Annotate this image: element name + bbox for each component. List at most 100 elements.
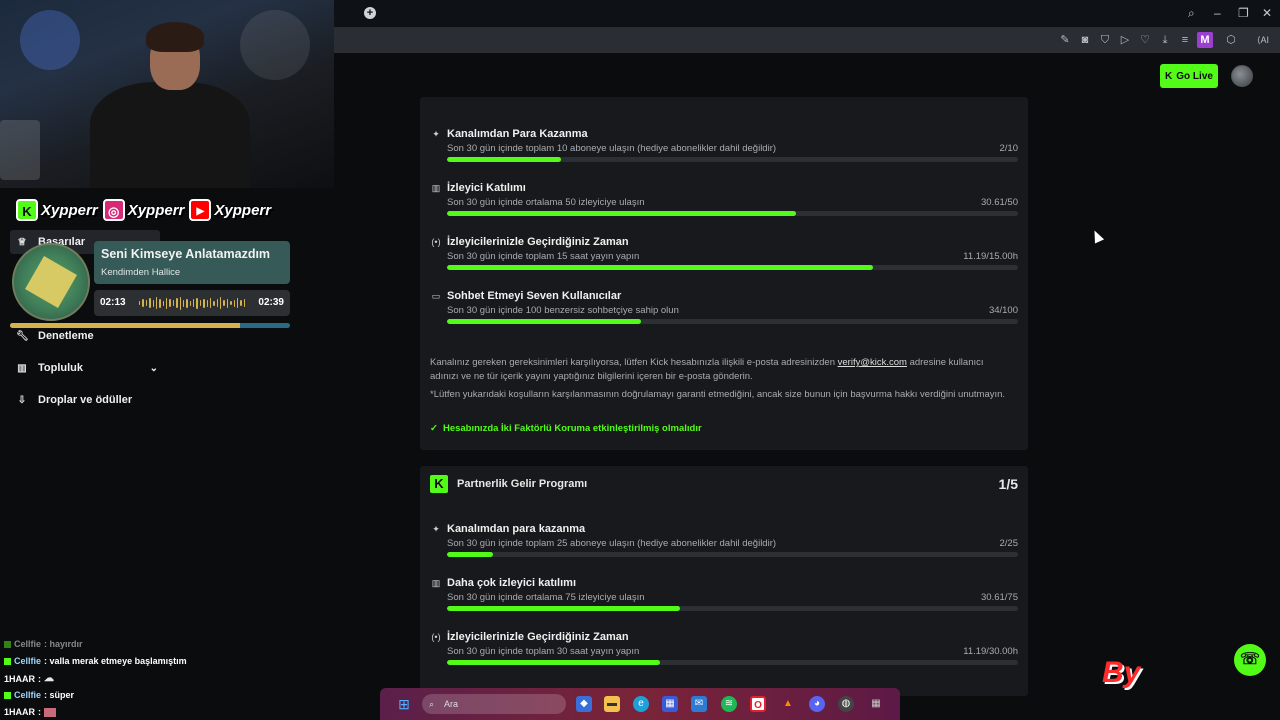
- edit-icon[interactable]: ✎: [1058, 33, 1072, 47]
- waveform-bar: [196, 297, 198, 309]
- chat-text: :: [38, 707, 42, 717]
- album-art: [12, 243, 90, 321]
- waveform-bar: [166, 297, 168, 309]
- waveform-bar: [193, 299, 195, 307]
- sidebar-item-label: Droplar ve ödüller: [38, 394, 133, 406]
- app-icon[interactable]: ▦: [868, 696, 884, 712]
- verification-note: Kanalınız gereken gereksinimleri karşılı…: [430, 356, 1010, 384]
- support-chat-button[interactable]: ☏: [1234, 644, 1266, 676]
- waveform-bar: [159, 298, 161, 308]
- watermark-logo: By: [1102, 656, 1141, 689]
- waveform-bar: [155, 297, 158, 309]
- kick-badge-icon: [4, 691, 11, 699]
- go-live-button[interactable]: K Go Live: [1160, 64, 1218, 88]
- twofa-requirement: ✓ Hesabınızda İki Faktörlü Koruma etkinle…: [430, 423, 702, 434]
- progress-fill: [447, 606, 680, 611]
- app-icon[interactable]: ▲: [780, 696, 796, 712]
- requirement-desc: Son 30 gün içinde toplam 10 aboneye ulaş…: [447, 143, 777, 154]
- verify-email-link[interactable]: verify@kick.com: [838, 357, 907, 368]
- app-icon[interactable]: ◍: [838, 696, 854, 712]
- close-icon[interactable]: ✕: [1262, 6, 1272, 20]
- ai-button[interactable]: ⟨AI: [1252, 33, 1274, 47]
- social-name: Xypperr: [127, 201, 185, 219]
- file-explorer-icon[interactable]: ▬: [604, 696, 620, 712]
- check-icon: ✓: [430, 423, 438, 434]
- waveform-bar: [189, 300, 191, 306]
- waveform-bar: [243, 299, 245, 307]
- chat-text: :: [38, 673, 42, 684]
- chat-user: Cellfie: [14, 656, 42, 666]
- profile-badge[interactable]: M: [1197, 32, 1213, 48]
- discord-icon[interactable]: ◕: [809, 696, 825, 712]
- chat-text: : hayırdır: [44, 639, 83, 649]
- requirement-desc: Son 30 gün içinde toplam 15 saat yayın y…: [447, 251, 640, 262]
- search-icon[interactable]: ⌕: [1188, 6, 1195, 21]
- opera-icon[interactable]: O: [750, 696, 766, 712]
- chat-message: 1HAAR:: [4, 707, 57, 717]
- waveform-bar: [199, 300, 202, 306]
- shield-icon[interactable]: ⛉: [1098, 33, 1112, 47]
- progress-bar: [447, 660, 1018, 665]
- song-progress-fill: [10, 323, 240, 328]
- minimize-icon[interactable]: –: [1214, 6, 1221, 20]
- taskbar-search[interactable]: ⌕ Ara: [422, 694, 566, 714]
- sidebar-item-drops[interactable]: ⇩ Droplar ve ödüller: [16, 390, 132, 410]
- waveform-bar: [182, 299, 185, 307]
- store-icon[interactable]: ▦: [662, 696, 678, 712]
- partner-title: Partnerlik Gelir Programı: [457, 478, 588, 490]
- requirement-progress: 2/25: [999, 538, 1019, 549]
- windows-start-icon[interactable]: ⊞: [396, 696, 412, 712]
- person-body: [90, 82, 250, 188]
- menu-icon[interactable]: ≡: [1178, 33, 1192, 47]
- requirement-title: Kanalımdan para kazanma: [447, 523, 586, 535]
- waveform-bar: [240, 300, 242, 306]
- youtube-icon: ▶: [189, 199, 212, 221]
- progress-bar: [447, 211, 1018, 216]
- mail-icon[interactable]: ✉: [691, 696, 707, 712]
- play-icon[interactable]: ▷: [1118, 33, 1132, 47]
- waveform-bar: [149, 298, 151, 308]
- spotify-icon[interactable]: ≋: [721, 696, 737, 712]
- social-name: Xypperr: [41, 201, 98, 219]
- requirement-title: Daha çok izleyici katılımı: [447, 577, 577, 589]
- broadcast-icon: (•): [431, 237, 441, 247]
- waveform-bar: [236, 298, 239, 308]
- restore-icon[interactable]: ❐: [1238, 6, 1249, 20]
- edge-icon[interactable]: e: [633, 696, 649, 712]
- new-tab-icon[interactable]: +: [364, 7, 376, 19]
- time-current: 02:13: [100, 297, 126, 308]
- requirement-title: İzleyicilerinizle Geçirdiğiniz Zaman: [447, 631, 629, 643]
- avatar[interactable]: [1231, 65, 1253, 87]
- viewers-icon: ▥: [431, 183, 441, 193]
- wrench-icon: 🔧︎: [16, 330, 29, 342]
- browser-titlebar: + ⌕ – ❐ ✕: [334, 0, 1280, 27]
- song-artist: Kendimden Hallice: [101, 267, 181, 278]
- requirement-title: Kanalımdan Para Kazanma: [447, 128, 588, 140]
- progress-bar: [447, 265, 1018, 270]
- extensions-icon[interactable]: ⬡: [1224, 33, 1238, 47]
- song-info: Seni Kimseye Anlatamazdım Kendimden Hall…: [94, 241, 290, 284]
- camera-icon[interactable]: ◙: [1078, 33, 1092, 47]
- chat-message: Cellfie: süper: [4, 690, 74, 700]
- requirement-progress: 11.19/30.00h: [963, 646, 1018, 657]
- requirement-desc: Son 30 gün içinde ortalama 50 izleyiciye…: [447, 197, 645, 208]
- waveform: [139, 296, 245, 310]
- requirement-progress: 2/10: [999, 143, 1019, 154]
- waveform-bar: [226, 298, 229, 308]
- waveform-bar: [223, 300, 225, 306]
- waveform-bar: [169, 299, 171, 307]
- windows-taskbar: ⊞ ⌕ Ara ◆ ▬ e ▦ ✉ ≋ O ▲ ◕ ◍ ▦: [380, 688, 900, 720]
- drops-icon: ⇩: [17, 394, 27, 406]
- chevron-down-icon[interactable]: ⌄: [150, 363, 158, 374]
- search-placeholder: Ara: [444, 699, 459, 709]
- waveform-bar: [233, 299, 235, 307]
- requirement-progress: 30.61/50: [981, 197, 1018, 208]
- twofa-text: Hesabınızda İki Faktörlü Koruma etkinleş…: [442, 423, 702, 434]
- app-icon[interactable]: ◆: [576, 696, 592, 712]
- waveform-bar: [142, 299, 144, 307]
- download-icon[interactable]: ⤓: [1158, 33, 1172, 47]
- sidebar-item-community[interactable]: ▥ Topluluk ⌄: [16, 358, 158, 378]
- heart-icon[interactable]: ♡: [1138, 33, 1152, 47]
- waveform-bar: [172, 300, 175, 306]
- album-art-shape: [25, 256, 77, 308]
